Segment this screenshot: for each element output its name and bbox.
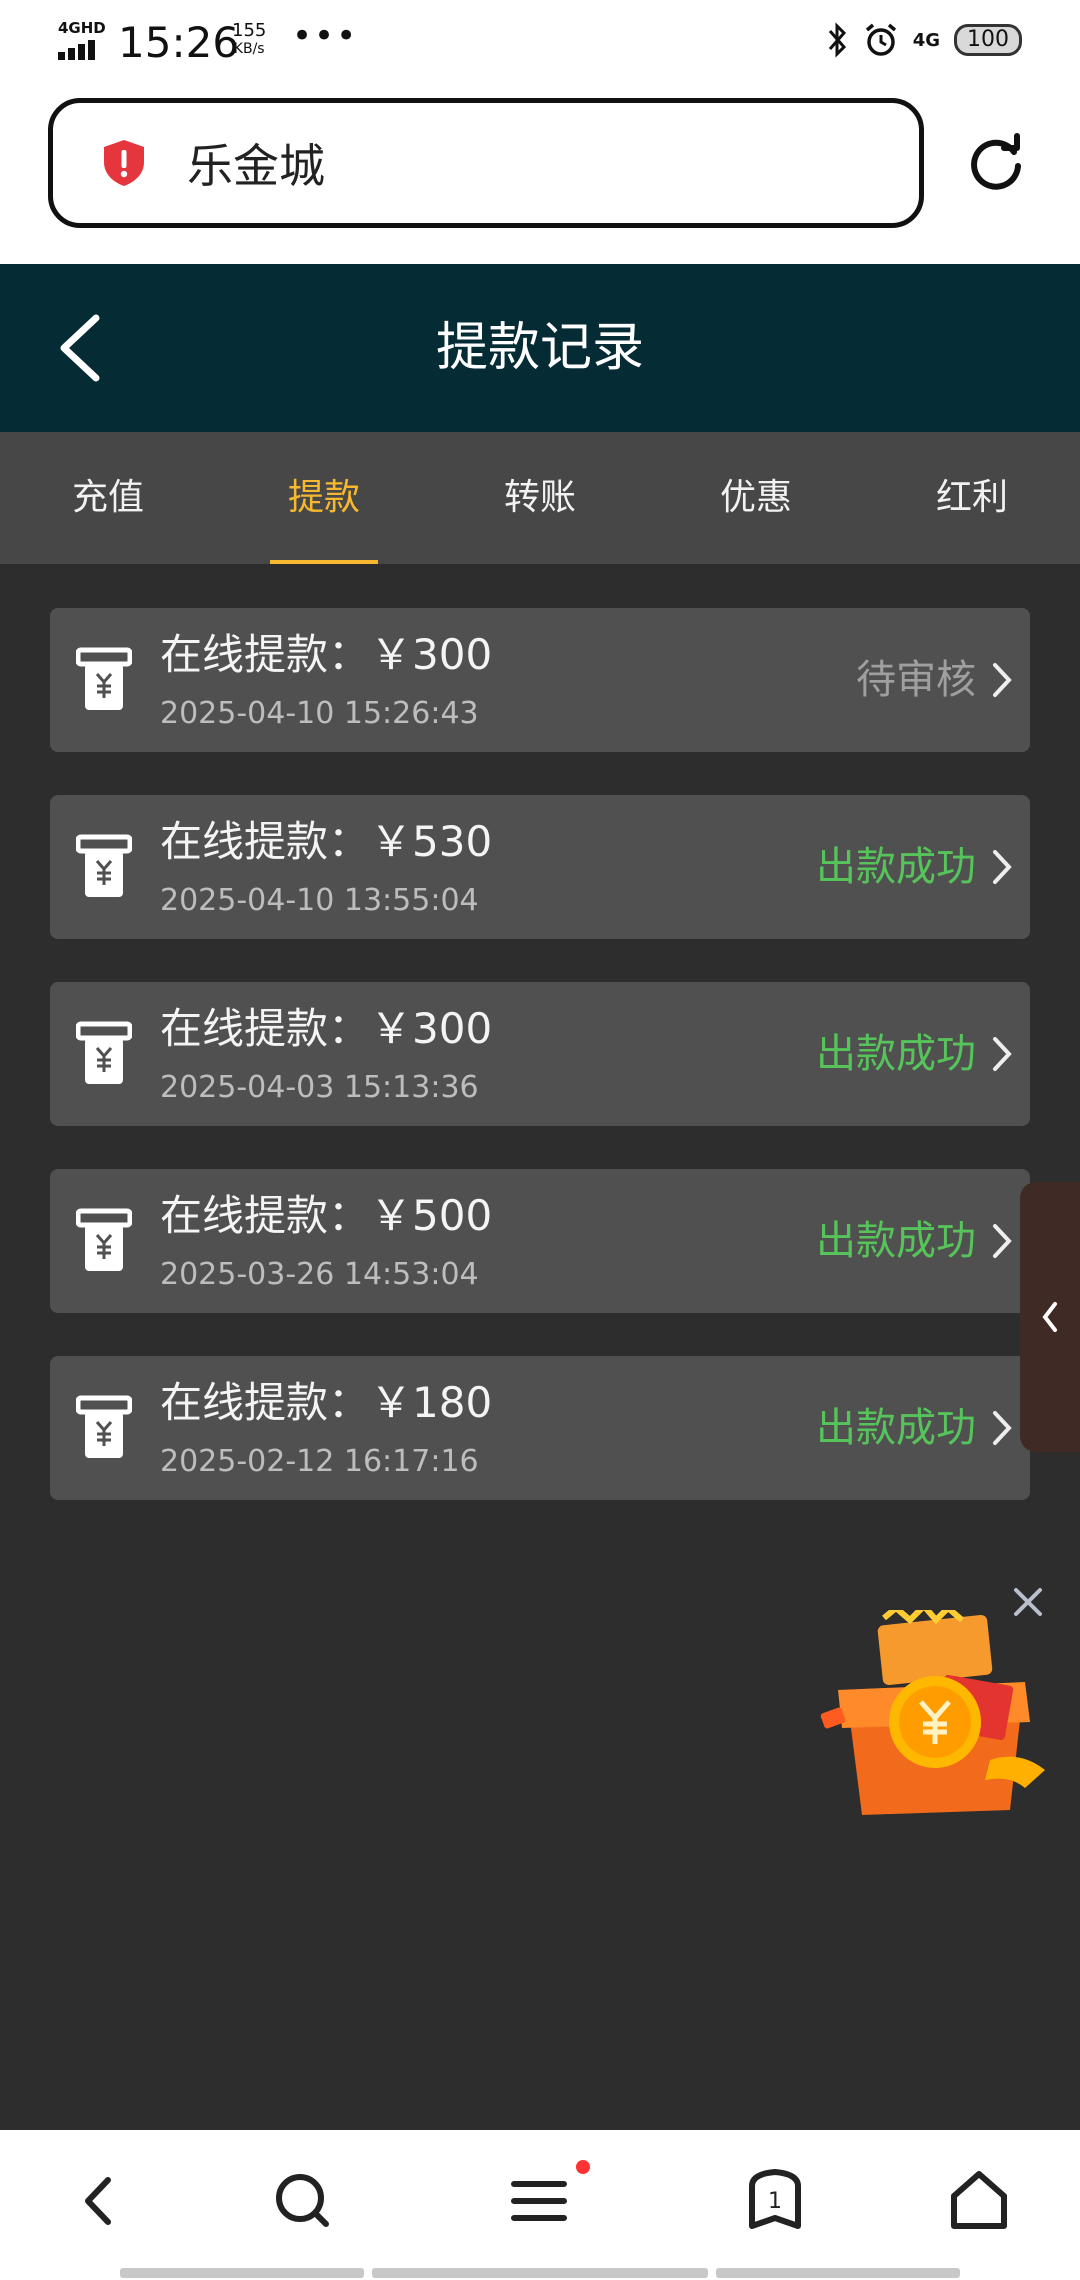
tabs-icon[interactable]: 1 — [740, 2166, 810, 2236]
home-indicator — [716, 2268, 960, 2278]
tab-count: 1 — [768, 2189, 782, 2214]
record-date: 2025-04-03 15:13:36 — [160, 1070, 479, 1105]
record-title: 在线提款：￥300 — [160, 630, 493, 679]
tab-transfer[interactable]: 转账 — [432, 432, 648, 564]
record-tabs: 充值 提款 转账 优惠 红利 — [0, 432, 1080, 564]
back-icon[interactable] — [64, 2166, 134, 2236]
side-drawer-handle[interactable] — [1020, 1182, 1080, 1452]
record-date: 2025-02-12 16:17:16 — [160, 1444, 479, 1479]
speed-unit: KB/s — [233, 41, 265, 57]
record-item[interactable]: 在线提款：￥530 2025-04-10 13:55:04 出款成功 — [50, 795, 1030, 939]
record-status: 出款成功 — [816, 1405, 976, 1451]
chevron-left-icon — [1042, 1302, 1057, 1332]
address-bar[interactable]: 乐金城 — [48, 98, 924, 228]
home-icon[interactable] — [944, 2166, 1014, 2236]
alarm-icon — [865, 23, 896, 56]
record-status: 出款成功 — [816, 1031, 976, 1077]
clock: 15:26 — [118, 18, 240, 67]
notification-dot — [576, 2160, 590, 2174]
chevron-right-icon — [993, 1037, 1012, 1071]
record-date: 2025-04-10 15:26:43 — [160, 696, 479, 731]
tab-bonus[interactable]: 红利 — [864, 432, 1080, 564]
address-text: 乐金城 — [187, 139, 325, 193]
page-header: 提款记录 — [0, 264, 1080, 432]
record-item[interactable]: 在线提款：￥500 2025-03-26 14:53:04 出款成功 — [50, 1169, 1030, 1313]
battery-indicator: 100 — [954, 24, 1022, 56]
record-item[interactable]: 在线提款：￥300 2025-04-10 15:26:43 待审核 — [50, 608, 1030, 752]
network-speed: 155 KB/s — [232, 22, 266, 58]
status-right: 4G 100 — [825, 22, 1022, 58]
tab-promotion[interactable]: 优惠 — [648, 432, 864, 564]
menu-icon[interactable] — [504, 2166, 574, 2236]
shield-alert-icon — [104, 140, 144, 186]
chevron-right-icon — [993, 850, 1012, 884]
page-title: 提款记录 — [435, 318, 644, 378]
home-indicator — [120, 2268, 364, 2278]
withdraw-receipt-icon — [76, 834, 132, 897]
tab-recharge[interactable]: 充值 — [0, 432, 216, 564]
gift-box-icon[interactable] — [820, 1610, 1060, 1830]
reload-icon[interactable] — [964, 132, 1028, 196]
record-date: 2025-04-10 13:55:04 — [160, 883, 479, 918]
record-status: 出款成功 — [816, 1218, 976, 1264]
browser-toolbar: 乐金城 — [0, 88, 1080, 264]
record-title: 在线提款：￥500 — [160, 1191, 493, 1240]
search-icon[interactable] — [268, 2166, 338, 2236]
speed-value: 155 — [232, 20, 267, 41]
withdraw-receipt-icon — [76, 647, 132, 710]
chevron-right-icon — [993, 1411, 1012, 1445]
signal-icon — [58, 40, 95, 60]
record-title: 在线提款：￥180 — [160, 1378, 493, 1427]
record-item[interactable]: 在线提款：￥300 2025-04-03 15:13:36 出款成功 — [50, 982, 1030, 1126]
record-status: 出款成功 — [816, 844, 976, 890]
withdraw-receipt-icon — [76, 1021, 132, 1084]
tab-withdraw[interactable]: 提款 — [216, 432, 432, 564]
home-indicator — [372, 2268, 708, 2278]
record-item[interactable]: 在线提款：￥180 2025-02-12 16:17:16 出款成功 — [50, 1356, 1030, 1500]
withdraw-receipt-icon — [76, 1395, 132, 1458]
browser-bottom-nav: 1 — [0, 2130, 1080, 2280]
chevron-right-icon — [993, 1224, 1012, 1258]
record-title: 在线提款：￥300 — [160, 1004, 493, 1053]
right-network: 4G — [912, 29, 940, 51]
record-title: 在线提款：￥530 — [160, 817, 493, 866]
chevron-right-icon — [993, 663, 1012, 697]
network-indicator: 4GHD — [58, 19, 106, 37]
record-status: 待审核 — [856, 657, 976, 703]
bluetooth-icon — [828, 22, 846, 58]
withdraw-receipt-icon — [76, 1208, 132, 1271]
more-notifications: ••• — [292, 16, 359, 56]
record-date: 2025-03-26 14:53:04 — [160, 1257, 479, 1292]
status-bar: 4GHD 15:26 155 KB/s ••• 4G 100 — [0, 0, 1080, 88]
